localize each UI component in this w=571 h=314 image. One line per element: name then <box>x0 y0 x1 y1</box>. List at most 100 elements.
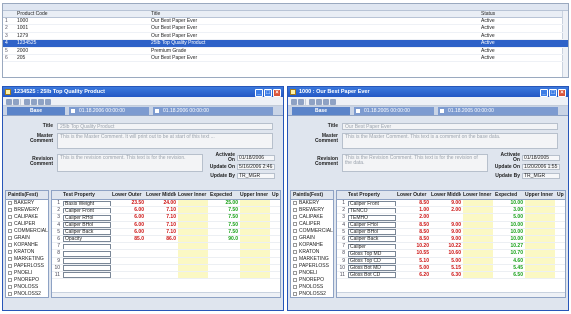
lower-inner-cell[interactable] <box>463 214 493 221</box>
test-property-cell[interactable]: Caliper BHol <box>348 229 396 235</box>
print-icon[interactable] <box>316 98 322 105</box>
upper-cell[interactable] <box>272 250 280 256</box>
minimize-icon[interactable]: _ <box>540 89 548 97</box>
expected-cell[interactable]: 10.00 <box>495 236 523 242</box>
test-table-row[interactable]: 8 Gloss Top MD 10.55 10.60 10.70 <box>337 250 565 258</box>
grid-row[interactable]: 3 1279 Our Best Paper Ever Active <box>3 33 568 41</box>
header-expected[interactable]: Expected <box>495 191 523 199</box>
expand-icon[interactable] <box>293 249 297 254</box>
test-property-value[interactable]: Caliper RHol <box>63 214 111 221</box>
lower-outer-cell[interactable]: 8.50 <box>397 200 429 206</box>
expand-icon[interactable] <box>8 270 12 275</box>
test-property-cell[interactable] <box>63 243 111 250</box>
paint-list-item[interactable]: BAKERY <box>291 200 333 207</box>
title-field[interactable]: Our Best Paper Ever <box>342 123 558 130</box>
lower-middle-cell[interactable]: 24.00 <box>146 200 176 206</box>
expected-cell[interactable]: 4.60 <box>495 258 523 264</box>
upper-inner-cell[interactable] <box>240 214 270 221</box>
upper-inner-cell[interactable] <box>525 214 555 221</box>
paint-list-item[interactable]: COMMERCIAL <box>291 228 333 235</box>
test-property-value[interactable]: Gloss Top MD <box>348 250 396 257</box>
test-table-row[interactable]: 8 <box>52 250 280 258</box>
lower-middle-cell[interactable]: 7.10 <box>146 207 176 213</box>
paint-list-item[interactable]: PNOLOSS2 <box>291 291 333 298</box>
lower-inner-cell[interactable] <box>463 243 493 250</box>
test-table-row[interactable]: 7 Caliper 10.20 10.22 10.27 <box>337 243 565 251</box>
upper-inner-cell[interactable] <box>240 257 270 264</box>
test-property-value[interactable] <box>63 243 111 250</box>
test-table-row[interactable]: 7 <box>52 243 280 251</box>
lower-outer-cell[interactable]: 6.00 <box>112 214 144 220</box>
lower-middle-cell[interactable]: 10.60 <box>431 250 461 256</box>
lower-inner-cell[interactable] <box>463 207 493 214</box>
lower-middle-cell[interactable]: 9.00 <box>431 222 461 228</box>
lower-middle-cell[interactable]: 86.0 <box>146 236 176 242</box>
paint-list-item[interactable]: MARKETING <box>6 256 48 263</box>
link-icon[interactable] <box>45 98 51 105</box>
expand-icon[interactable] <box>293 242 297 247</box>
test-property-cell[interactable]: Caliper FHol <box>348 222 396 228</box>
expand-icon[interactable] <box>8 207 12 212</box>
paint-list-item[interactable]: MARKETING <box>291 256 333 263</box>
upper-cell[interactable] <box>272 236 280 242</box>
lower-middle-cell[interactable] <box>146 265 176 271</box>
expand-icon[interactable] <box>8 200 12 205</box>
test-property-value[interactable]: Caliper Front <box>348 200 396 207</box>
save-icon[interactable] <box>291 98 297 105</box>
upper-cell[interactable] <box>272 258 280 264</box>
lower-outer-cell[interactable]: 2.00 <box>397 214 429 220</box>
expand-icon[interactable] <box>293 228 297 233</box>
test-property-value[interactable] <box>63 258 111 264</box>
close-icon[interactable]: × <box>558 89 566 97</box>
paint-list-item[interactable]: BREWERY <box>291 207 333 214</box>
grid-row[interactable]: 6 205 Our Best Paper Ever Active <box>3 55 568 63</box>
link-icon[interactable] <box>330 98 336 105</box>
test-table-row[interactable]: 1 Basis Weight 23.50 24.00 25.00 <box>52 200 280 208</box>
test-table-row[interactable]: 10 Gloss Bot MD 5.00 5.15 5.45 <box>337 264 565 272</box>
lower-outer-cell[interactable]: 23.50 <box>112 200 144 206</box>
lower-outer-cell[interactable]: 6.20 <box>397 272 429 278</box>
upper-cell[interactable] <box>272 207 280 213</box>
lower-middle-cell[interactable] <box>431 214 461 220</box>
test-table-row[interactable]: 3 Caliper RHol 6.00 7.10 7.50 <box>52 214 280 222</box>
lower-inner-cell[interactable] <box>178 250 208 257</box>
upper-inner-cell[interactable] <box>240 235 270 243</box>
expand-icon[interactable] <box>293 291 297 296</box>
expand-icon[interactable] <box>8 256 12 261</box>
test-property-cell[interactable]: Caliper Front <box>348 200 396 207</box>
test-property-cell[interactable] <box>63 272 111 279</box>
paint-list-item[interactable]: GRAIN <box>291 235 333 242</box>
expected-cell[interactable] <box>210 272 238 278</box>
test-property-value[interactable]: Opacity <box>63 236 111 243</box>
test-table-row[interactable]: 9 <box>52 257 280 265</box>
expand-icon[interactable] <box>8 242 12 247</box>
expand-icon[interactable] <box>8 249 12 254</box>
test-table-row[interactable]: 6 Caliper Back 8.50 9.00 10.00 <box>337 235 565 244</box>
test-property-value[interactable]: Gloss Top CD <box>348 258 396 264</box>
copy-icon[interactable] <box>309 98 315 105</box>
lower-outer-cell[interactable]: 6.00 <box>112 222 144 228</box>
lower-middle-cell[interactable]: 7.10 <box>146 229 176 235</box>
expand-icon[interactable] <box>8 235 12 240</box>
lower-inner-cell[interactable] <box>463 235 493 243</box>
lower-inner-cell[interactable] <box>463 264 493 271</box>
test-property-cell[interactable]: TENCO <box>348 207 396 214</box>
paint-list-item[interactable]: PAPERLOSS <box>6 263 48 270</box>
expand-icon[interactable] <box>8 291 12 296</box>
upper-cell[interactable] <box>557 250 565 256</box>
upper-inner-cell[interactable] <box>240 243 270 250</box>
expand-icon[interactable] <box>293 214 297 219</box>
expected-cell[interactable]: 90.0 <box>210 236 238 242</box>
header-lower-inner[interactable]: Lower Inner <box>463 191 493 199</box>
lower-middle-cell[interactable]: 6.30 <box>431 272 461 278</box>
lower-outer-cell[interactable]: 5.00 <box>397 265 429 271</box>
lower-inner-cell[interactable] <box>178 257 208 264</box>
expected-cell[interactable] <box>210 250 238 256</box>
lower-outer-cell[interactable]: 6.00 <box>112 207 144 213</box>
title-field[interactable]: 25lb Top Quality Product <box>57 123 273 130</box>
paint-list-item[interactable]: CALIPER <box>6 221 48 228</box>
expand-icon[interactable] <box>293 200 297 205</box>
paint-list-item[interactable]: PAPERLOSS <box>291 263 333 270</box>
header-lower-middle[interactable]: Lower Middle <box>146 191 176 199</box>
lower-middle-cell[interactable]: 10.22 <box>431 243 461 249</box>
